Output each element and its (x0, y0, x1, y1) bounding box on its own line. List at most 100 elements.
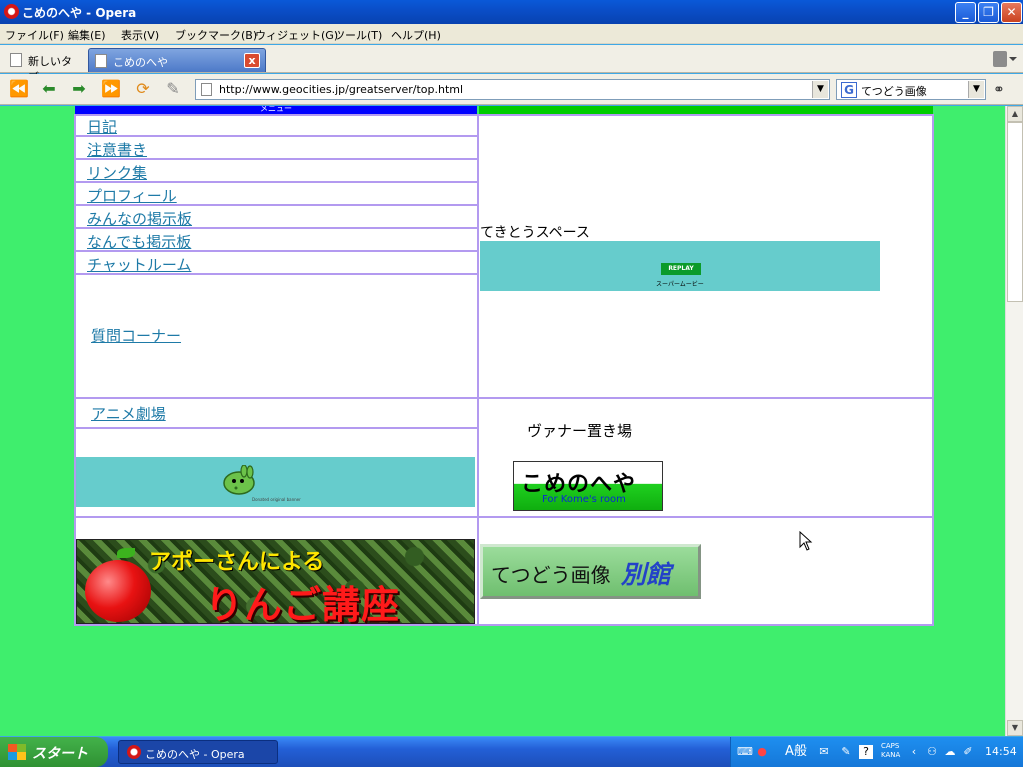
list-item: なんでも掲示板 (76, 229, 477, 252)
caps-indicator: CAPS KANA (881, 742, 900, 760)
close-button[interactable]: ✕ (1001, 2, 1022, 23)
divider (76, 427, 477, 429)
clock: 14:54 (985, 745, 1017, 758)
menu-help[interactable]: ヘルプ(H) (391, 27, 441, 43)
tab-bar: 新しいタブ こめのへや x (0, 45, 1023, 84)
bekkan-banner-accent: 別館 (621, 560, 672, 589)
frog-icon (223, 465, 255, 495)
back-icon[interactable]: ⬅ (38, 79, 60, 99)
chevron-left-icon[interactable]: ‹ (907, 745, 921, 759)
list-item: みんなの掲示板 (76, 206, 477, 229)
link-diary[interactable]: 日記 (87, 116, 117, 137)
ringo-banner-line1: アポーさんによる (149, 550, 325, 575)
link-bbs-anything[interactable]: なんでも掲示板 (87, 231, 191, 252)
taskbar-opera-button[interactable]: こめのへや - Opera (118, 740, 278, 764)
leaf-icon (117, 548, 135, 558)
menu-widgets[interactable]: ウィジェット(G) (255, 27, 338, 43)
ringo-banner[interactable]: アポーさんによる りんご講座 (76, 539, 475, 627)
apple-icon (85, 560, 151, 622)
ime-mode[interactable]: A般 (781, 745, 811, 759)
title-bar: こめのへや - Opera _ ❐ ✕ (0, 0, 1023, 24)
forward-icon[interactable]: ➡ (68, 79, 90, 99)
menu-bookmarks[interactable]: ブックマーク(B) (175, 27, 257, 43)
navigation-bar: ⏪ ⬅ ➡ ⏩ ⟳ ✎ http://www.geocities.jp/grea… (0, 74, 1023, 105)
scroll-thumb[interactable] (1007, 122, 1023, 302)
chevron-down-icon[interactable]: ▼ (968, 81, 984, 98)
scroll-up-icon[interactable]: ▲ (1007, 106, 1023, 122)
replay-button[interactable]: REPLAY (661, 263, 701, 275)
scroll-down-icon[interactable]: ▼ (1007, 720, 1023, 736)
edit-icon[interactable]: ✎ (162, 79, 184, 99)
menu-view[interactable]: 表示(V) (121, 27, 159, 43)
link-links[interactable]: リンク集 (87, 162, 147, 183)
pen-icon[interactable]: ✐ (961, 745, 975, 759)
caps-label: CAPS (881, 742, 900, 750)
reload-icon[interactable]: ⟳ (132, 79, 154, 99)
link-profile[interactable]: プロフィール (87, 185, 177, 206)
start-label: スタート (32, 746, 88, 762)
balloon-icon[interactable]: ☁ (943, 745, 957, 759)
page-icon (10, 53, 22, 67)
menu-header-bar: メニュー (75, 106, 477, 114)
menu-file[interactable]: ファイル(F) (5, 27, 64, 43)
tab-active-label: こめのへや (113, 56, 168, 69)
taskbar-task-label: こめのへや - Opera (145, 748, 245, 761)
link-anime-theater[interactable]: アニメ劇場 (91, 403, 166, 424)
frog-banner[interactable]: Donated original banner (76, 457, 475, 507)
list-item: リンク集 (76, 160, 477, 183)
network-icon[interactable]: ⚇ (925, 745, 939, 759)
taskbar: スタート こめのへや - Opera ⌨ ● A般 ✉ ✎ ? CAPS KANA… (0, 737, 1023, 767)
ime-icon[interactable]: ● (755, 745, 769, 759)
tab-new[interactable]: 新しいタブ (4, 48, 86, 84)
help-icon[interactable]: ? (859, 745, 873, 759)
link-chatroom[interactable]: チャットルーム (87, 254, 191, 275)
opera-icon (4, 4, 19, 19)
vertical-scrollbar[interactable]: ▲ ▼ (1005, 106, 1023, 736)
restore-button[interactable]: ❐ (978, 2, 999, 23)
menu-tools[interactable]: ツール(T) (334, 27, 382, 43)
tab-close-icon[interactable]: x (244, 53, 260, 68)
minimize-button[interactable]: _ (955, 2, 976, 23)
google-icon[interactable]: G (841, 82, 857, 98)
list-item: プロフィール (76, 183, 477, 206)
link-question-corner[interactable]: 質問コーナー (91, 325, 181, 346)
tetsudou-bekkan-banner[interactable]: てつどう画像 別館 (480, 544, 701, 599)
url-text: http://www.geocities.jp/greatserver/top.… (219, 83, 464, 96)
right-header-bar (479, 106, 933, 114)
windows-flag-icon (8, 744, 26, 760)
menu-bar: ファイル(F) 編集(E) 表示(V) ブックマーク(B) ウィジェット(G) … (0, 24, 1023, 44)
opera-icon (127, 745, 141, 759)
tab-komeno-heya[interactable]: こめのへや x (88, 48, 266, 72)
divider (74, 397, 934, 399)
movie-banner[interactable]: REPLAY スーパームービー (480, 241, 880, 291)
fast-forward-icon[interactable]: ⏩ (100, 79, 122, 99)
list-item: 注意書き (76, 137, 477, 160)
bekkan-banner-text: てつどう画像 (491, 563, 611, 587)
kana-label: KANA (881, 751, 901, 759)
system-tray: ⌨ ● A般 ✉ ✎ ? CAPS KANA ‹ ⚇ ☁ ✐ 14:54 (730, 737, 1023, 767)
search-field[interactable]: G てつどう画像 ▼ (836, 79, 986, 100)
list-item: 日記 (76, 114, 477, 137)
divider (74, 516, 934, 518)
super-movie-caption: スーパームービー (656, 281, 704, 288)
link-bbs-everyone[interactable]: みんなの掲示板 (87, 208, 192, 229)
start-button[interactable]: スタート (0, 737, 108, 767)
rewind-icon[interactable]: ⏪ (8, 79, 30, 99)
komeno-banner-subtitle: For Kome's room (542, 494, 626, 505)
chevron-down-icon[interactable]: ▼ (812, 81, 828, 98)
menu-edit[interactable]: 編集(E) (68, 27, 106, 43)
page-content: メニュー 日記 注意書き リンク集 プロフィール みんなの掲示板 なんでも掲示板… (0, 106, 1005, 736)
frog-caption: Donated original banner (252, 497, 301, 502)
link-notice[interactable]: 注意書き (87, 139, 147, 160)
search-text: てつどう画像 (861, 85, 927, 98)
keyboard-icon[interactable]: ⌨ (737, 745, 753, 759)
page-icon (95, 54, 107, 68)
dictionary-icon[interactable]: ✎ (839, 745, 853, 759)
address-field[interactable]: http://www.geocities.jp/greatserver/top.… (195, 79, 830, 100)
free-space-label: てきとうスペース (480, 225, 590, 241)
divider (477, 114, 479, 626)
komeno-banner[interactable]: こめのへや For Kome's room (513, 461, 663, 511)
binoculars-icon[interactable]: ⚭ (993, 82, 1005, 98)
tools-icon[interactable]: ✉ (817, 745, 831, 759)
trash-icon[interactable] (993, 51, 1017, 67)
